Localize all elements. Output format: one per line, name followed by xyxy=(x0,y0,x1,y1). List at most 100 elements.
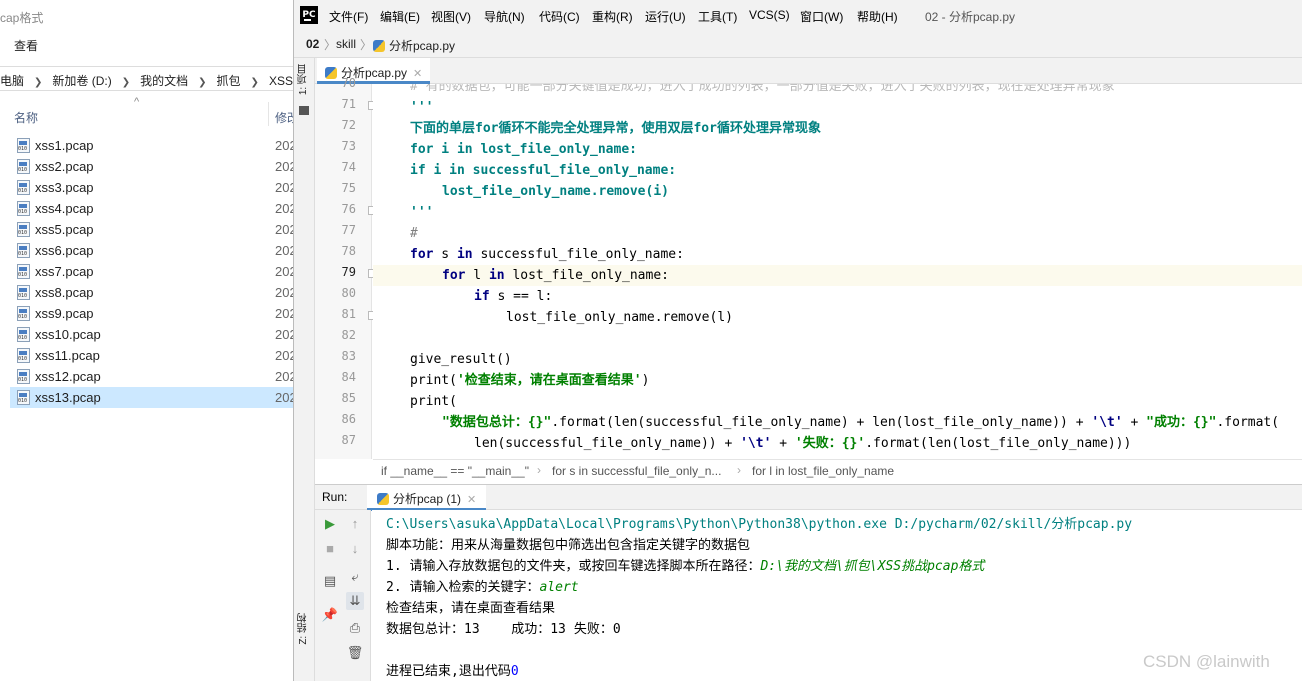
code-line: print( xyxy=(373,391,1302,412)
pin-icon[interactable]: 📌 xyxy=(321,606,339,624)
file-name: xss8.pcap xyxy=(35,285,94,300)
crumb-xss[interactable]: XSS挑战 xyxy=(269,74,293,88)
crumb-drive[interactable]: 新加卷 (D:) xyxy=(52,74,111,88)
nav-folder[interactable]: skill xyxy=(336,37,356,51)
breadcrumb-item[interactable]: for s in successful_file_only_n... xyxy=(552,464,721,478)
column-modified-header[interactable]: 修改 xyxy=(275,109,293,126)
file-date: 202 xyxy=(275,327,293,342)
nav-project[interactable]: 02 xyxy=(306,37,319,51)
menu-navigate[interactable]: 导航(N) xyxy=(484,8,525,25)
file-row[interactable]: xss6.pcap 202 xyxy=(0,240,293,261)
comment-text: # 有的数据包，可能一部分关键值是成功，进入了成功的列表，一部分值是失败，进入了… xyxy=(410,84,1115,94)
line-number: 74 xyxy=(341,160,356,174)
code-editor[interactable]: # 有的数据包，可能一部分关键值是成功，进入了成功的列表，一部分值是失败，进入了… xyxy=(373,84,1302,459)
string-literal: "成功：{}" xyxy=(1146,415,1217,430)
console-prompt: 1. 请输入存放数据包的文件夹，或按回车键选择脚本所在路径： xyxy=(386,559,761,574)
code-breadcrumb: if __name__ == "__main__" › for s in suc… xyxy=(373,459,1302,483)
crumb-capture[interactable]: 抓包 xyxy=(217,74,241,88)
crumb-computer[interactable]: 电脑 xyxy=(0,74,24,88)
structure-tool-tab[interactable]: Z: 结构 xyxy=(296,613,311,645)
code-text: .format(len(lost_file_only_name))) xyxy=(865,436,1132,451)
file-date: 202 xyxy=(275,222,293,237)
layout-icon[interactable]: ▤ xyxy=(321,572,339,590)
file-row[interactable]: xss7.pcap 202 xyxy=(0,261,293,282)
file-row[interactable]: xss8.pcap 202 xyxy=(0,282,293,303)
run-panel-header: Run: 分析pcap (1) ✕ xyxy=(315,484,1302,511)
column-name-header[interactable]: 名称 xyxy=(14,109,38,126)
code-line: len(successful_file_only_name)) + '\t' +… xyxy=(373,433,1302,454)
menu-help[interactable]: 帮助(H) xyxy=(857,8,898,25)
nav-file[interactable]: 分析pcap.py xyxy=(373,37,455,54)
crumb-documents[interactable]: 我的文档 xyxy=(140,74,188,88)
menu-edit[interactable]: 编辑(E) xyxy=(380,8,420,25)
code-line: lost_file_only_name.remove(l) xyxy=(373,307,1302,328)
file-name: xss11.pcap xyxy=(35,348,100,363)
editor-tab-active[interactable]: 分析pcap.py ✕ xyxy=(317,58,431,84)
print-icon[interactable]: ⎙ xyxy=(346,619,364,637)
console-line: 脚本功能：用来从海量数据包中筛选出包含指定关键字的数据包 xyxy=(386,538,751,553)
soft-wrap-icon[interactable]: ⤶ xyxy=(346,568,364,586)
code-text: l xyxy=(465,268,489,283)
file-row[interactable]: xss4.pcap 202 xyxy=(0,198,293,219)
window-title: 02 - 分析pcap.py xyxy=(925,10,1016,24)
file-row[interactable]: xss3.pcap 202 xyxy=(0,177,293,198)
code-text: lost_file_only_name: xyxy=(504,268,669,283)
file-row[interactable]: xss2.pcap 202 xyxy=(0,156,293,177)
file-row[interactable]: xss9.pcap 202 xyxy=(0,303,293,324)
address-bar[interactable]: 电脑 ❯ 新加卷 (D:) ❯ 我的文档 ❯ 抓包 ❯ XSS挑战 xyxy=(0,66,293,91)
file-row[interactable]: xss10.pcap 202 xyxy=(0,324,293,345)
ribbon-view-tab[interactable]: 查看 xyxy=(14,37,38,54)
line-number: 73 xyxy=(341,139,356,153)
menu-view[interactable]: 视图(V) xyxy=(431,8,471,25)
docstring-text: if xyxy=(410,163,426,178)
file-name: xss10.pcap xyxy=(35,327,101,342)
code-text: len(successful_file_only_name)) + xyxy=(474,436,741,451)
file-name: xss4.pcap xyxy=(35,201,94,216)
stop-icon[interactable]: ■ xyxy=(321,540,339,558)
file-row[interactable]: xss11.pcap 202 xyxy=(0,345,293,366)
menu-window[interactable]: 窗口(W) xyxy=(800,8,843,25)
pcap-file-icon xyxy=(17,285,30,300)
code-text: s xyxy=(433,247,457,262)
code-text: give_result() xyxy=(410,352,512,367)
breadcrumb-item[interactable]: if __name__ == "__main__" xyxy=(381,464,529,478)
console-line: C:\Users\asuka\AppData\Local\Programs\Py… xyxy=(386,513,1132,532)
arrow-down-icon[interactable]: ↓ xyxy=(346,540,364,558)
console-input: D:\我的文档\抓包\XSS挑战pcap格式 xyxy=(760,559,985,574)
close-icon[interactable]: ✕ xyxy=(413,68,422,80)
keyword: for xyxy=(410,247,434,262)
line-number: 84 xyxy=(341,370,356,384)
docstring-text: i xyxy=(433,142,457,157)
menu-file[interactable]: 文件(F) xyxy=(329,8,368,25)
column-divider[interactable] xyxy=(268,102,269,126)
explorer-ribbon: 查看 xyxy=(0,30,293,58)
docstring-text: lost_file_only_name.remove(i) xyxy=(442,184,669,199)
file-row[interactable]: xss1.pcap 202 xyxy=(0,135,293,156)
python-file-icon xyxy=(325,67,337,79)
file-name: xss13.pcap xyxy=(35,390,101,405)
run-tab[interactable]: 分析pcap (1) ✕ xyxy=(367,485,487,511)
file-row-selected[interactable]: xss13.pcap 202 xyxy=(10,387,293,408)
line-number: 82 xyxy=(341,328,356,342)
rerun-icon[interactable]: ▶ xyxy=(321,515,339,533)
file-row[interactable]: xss12.pcap 202 xyxy=(0,366,293,387)
scroll-to-end-icon[interactable]: ⇊ xyxy=(346,592,364,610)
console-line: 1. 请输入存放数据包的文件夹，或按回车键选择脚本所在路径：D:\我的文档\抓包… xyxy=(386,555,984,574)
arrow-up-icon[interactable]: ↑ xyxy=(346,515,364,533)
menu-tools[interactable]: 工具(T) xyxy=(698,8,737,25)
folder-icon[interactable] xyxy=(299,106,309,115)
file-name: xss12.pcap xyxy=(35,369,101,384)
trash-icon[interactable]: 🗑 xyxy=(346,644,364,662)
file-list: xss1.pcap 202 xss2.pcap 202 xss3.pcap 202 x… xyxy=(0,135,293,408)
menu-refactor[interactable]: 重构(R) xyxy=(592,8,633,25)
close-icon[interactable]: ✕ xyxy=(467,494,476,506)
menu-vcs[interactable]: VCS(S) xyxy=(749,8,790,22)
line-number: 85 xyxy=(341,391,356,405)
project-tool-tab[interactable]: 1: 项目 xyxy=(296,64,311,95)
breadcrumb-item[interactable]: for l in lost_file_only_name xyxy=(752,464,894,478)
menu-code[interactable]: 代码(C) xyxy=(539,8,580,25)
file-row[interactable]: xss5.pcap 202 xyxy=(0,219,293,240)
code-text: s == l: xyxy=(489,289,553,304)
menu-run[interactable]: 运行(U) xyxy=(645,8,686,25)
code-text: print( xyxy=(410,394,457,409)
